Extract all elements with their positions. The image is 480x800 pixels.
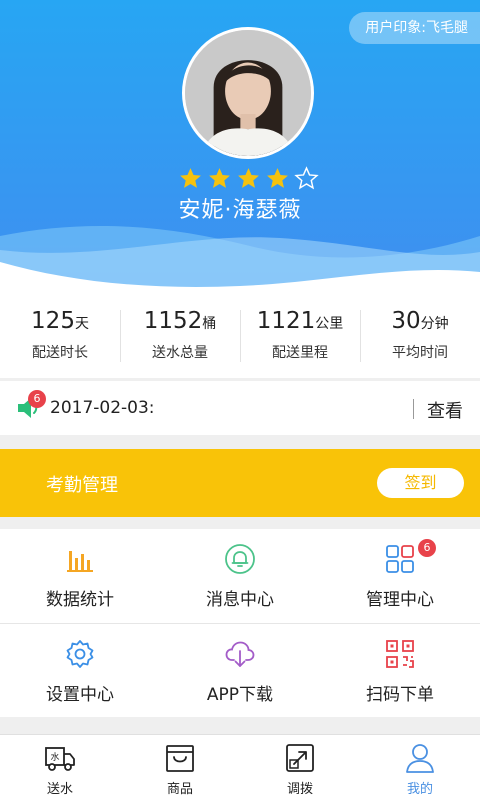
function-grid: 数据统计 消息中心 6 管理中心 设置中心 APP下载 扫码下单 bbox=[0, 529, 480, 717]
profile-header: 用户印象:飞毛腿 安妮·海瑟薇 bbox=[0, 0, 480, 290]
stat-unit: 分钟 bbox=[420, 316, 449, 332]
grid-item-scan-order[interactable]: 扫码下单 bbox=[320, 624, 480, 717]
stat-label: 配送时长 bbox=[32, 345, 88, 361]
tab-label: 送水 bbox=[46, 782, 73, 797]
attendance-title: 考勤管理 bbox=[46, 475, 118, 496]
view-button[interactable]: 查看 bbox=[427, 397, 463, 423]
stat-unit: 天 bbox=[74, 316, 89, 332]
star-filled-icon bbox=[236, 166, 261, 191]
tab-mine[interactable]: 我的 bbox=[360, 735, 480, 800]
bottom-tabbar: 水 送水 商品 调拨 我的 bbox=[0, 734, 480, 800]
notice-badge: 6 bbox=[28, 390, 46, 408]
notice-date: 2017-02-03: bbox=[50, 398, 155, 418]
grid-item-settings-center[interactable]: 设置中心 bbox=[0, 624, 160, 717]
star-filled-icon bbox=[178, 166, 203, 191]
avatar[interactable] bbox=[182, 27, 314, 159]
bag-icon bbox=[164, 742, 196, 774]
tab-label: 我的 bbox=[406, 782, 433, 797]
grid-label: 设置中心 bbox=[46, 685, 114, 705]
qr-code-icon bbox=[384, 638, 416, 670]
stat-water-total: 1152桶 送水总量 bbox=[120, 290, 240, 378]
svg-text:水: 水 bbox=[51, 751, 60, 763]
bell-icon bbox=[224, 543, 256, 575]
stat-value: 1121 bbox=[256, 308, 316, 334]
grid-label: 数据统计 bbox=[46, 590, 114, 610]
bar-chart-icon bbox=[64, 543, 96, 575]
star-empty-icon bbox=[294, 166, 319, 191]
user-name: 安妮·海瑟薇 bbox=[178, 198, 302, 223]
truck-icon: 水 bbox=[44, 742, 76, 774]
management-badge: 6 bbox=[418, 539, 436, 557]
star-filled-icon bbox=[265, 166, 290, 191]
stat-label: 平均时间 bbox=[392, 345, 448, 361]
tab-transfer[interactable]: 调拨 bbox=[240, 735, 360, 800]
gear-icon bbox=[64, 638, 96, 670]
stat-value: 125 bbox=[31, 308, 75, 334]
stat-delivery-days: 125天 配送时长 bbox=[0, 290, 120, 378]
grid-label: 管理中心 bbox=[366, 590, 434, 610]
stat-label: 配送里程 bbox=[272, 345, 328, 361]
transfer-icon bbox=[284, 742, 316, 774]
grid-item-data-statistics[interactable]: 数据统计 bbox=[0, 529, 160, 623]
grid-item-app-download[interactable]: APP下载 bbox=[160, 624, 320, 717]
checkin-button[interactable]: 签到 bbox=[377, 468, 464, 498]
stat-label: 送水总量 bbox=[152, 345, 208, 361]
stat-unit: 公里 bbox=[315, 316, 344, 332]
tab-label: 调拨 bbox=[286, 782, 313, 797]
cloud-download-icon bbox=[224, 638, 256, 670]
stat-unit: 桶 bbox=[202, 316, 217, 332]
notice-bar[interactable]: 6 2017-02-03: 查看 bbox=[0, 381, 480, 435]
attendance-bar: 考勤管理 签到 bbox=[0, 449, 480, 517]
stat-value: 30 bbox=[391, 308, 421, 334]
grid-label: APP下载 bbox=[206, 685, 274, 705]
avatar-image bbox=[185, 30, 311, 156]
person-icon bbox=[404, 742, 436, 774]
grid-icon bbox=[384, 543, 416, 575]
star-filled-icon bbox=[207, 166, 232, 191]
divider bbox=[413, 399, 414, 419]
stat-delivery-distance: 1121公里 配送里程 bbox=[240, 290, 360, 378]
stats-bar: 125天 配送时长 1152桶 送水总量 1121公里 配送里程 30分钟 平均… bbox=[0, 290, 480, 378]
rating-stars bbox=[178, 166, 319, 191]
user-impression-tag[interactable]: 用户印象:飞毛腿 bbox=[349, 12, 480, 44]
grid-item-management-center[interactable]: 6 管理中心 bbox=[320, 529, 480, 623]
grid-label: 消息中心 bbox=[206, 590, 274, 610]
stat-average-time: 30分钟 平均时间 bbox=[360, 290, 480, 378]
tab-water-delivery[interactable]: 水 送水 bbox=[0, 735, 120, 800]
stat-value: 1152 bbox=[143, 308, 203, 334]
tab-label: 商品 bbox=[166, 782, 193, 797]
grid-item-message-center[interactable]: 消息中心 bbox=[160, 529, 320, 623]
grid-label: 扫码下单 bbox=[366, 685, 434, 705]
tab-products[interactable]: 商品 bbox=[120, 735, 240, 800]
